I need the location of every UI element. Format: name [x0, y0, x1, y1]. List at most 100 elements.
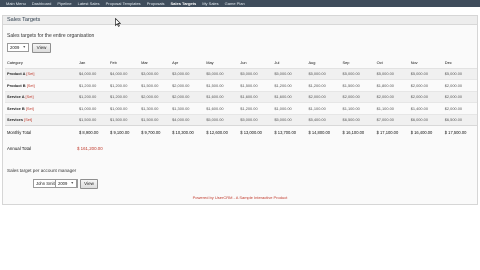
nav-proposal-templates[interactable]: Proposal Templates	[103, 0, 144, 7]
nav-dashboard[interactable]: Dashboard	[29, 0, 55, 7]
col-header-month: Feb	[108, 58, 140, 69]
account-view-button[interactable]: View	[80, 178, 98, 189]
table-row: Product A [Set] $4,000.00 $4,000.00 $3,000.…	[5, 67, 477, 80]
target-value-cell: $5,000.00	[204, 113, 239, 126]
col-header-month: Aug	[306, 58, 341, 69]
set-target-link[interactable]: [Set]	[27, 83, 35, 88]
target-value-cell: $1,500.00	[204, 79, 239, 91]
target-value-cell: $3,000.00	[170, 67, 205, 80]
target-value-cell: $1,400.00	[408, 102, 443, 114]
target-value-cell: $2,000.00	[170, 79, 205, 91]
target-value-cell: $1,200.00	[238, 102, 273, 114]
target-value-cell: $4,000.00	[108, 67, 140, 80]
monthly-total-cell: $ 10,300.00	[170, 125, 205, 140]
target-value-cell: $1,300.00	[139, 102, 171, 114]
target-value-cell: $1,500.00	[139, 113, 171, 126]
nav-latest-sales[interactable]: Latest Sales	[75, 0, 103, 7]
mouse-cursor-icon	[115, 18, 121, 27]
target-value-cell: $1,200.00	[108, 90, 140, 103]
org-view-button[interactable]: View	[32, 42, 51, 53]
target-value-cell: $5,000.00	[272, 113, 307, 126]
target-value-cell: $1,200.00	[77, 79, 109, 91]
monthly-total-cell: $ 13,000.00	[238, 125, 273, 140]
col-header-month: Jul	[272, 58, 307, 69]
target-value-cell: $1,600.00	[204, 90, 239, 103]
target-value-cell: $1,100.00	[306, 102, 341, 114]
category-name: Service B	[7, 105, 25, 111]
target-value-cell: $1,200.00	[108, 79, 140, 91]
target-value-cell: $2,000.00	[170, 90, 205, 103]
set-target-link[interactable]: [Set]	[26, 94, 34, 99]
monthly-total-row: Monthly Total $ 8,900.00 $ 9,100.00 $ 9,70…	[5, 125, 477, 140]
set-target-link[interactable]: [Set]	[26, 106, 34, 111]
monthly-total-cell: $ 17,100.00	[374, 125, 409, 140]
target-value-cell: $1,300.00	[170, 102, 205, 114]
account-manager-value: John Smith	[36, 181, 57, 186]
target-value-cell: $1,500.00	[238, 79, 273, 91]
nav-pipeline[interactable]: Pipeline	[54, 0, 74, 7]
target-value-cell: $5,000.00	[306, 67, 341, 80]
target-value-cell: $1,600.00	[272, 90, 307, 103]
target-value-cell: $2,000.00	[408, 79, 443, 91]
row-category-cell: Product A [Set]	[5, 67, 77, 80]
chevron-down-icon: ▼	[70, 181, 74, 185]
annual-total-label: Annual Total	[7, 146, 32, 151]
target-value-cell: $2,000.00	[340, 90, 375, 103]
nav-main-menu[interactable]: Main Menu	[3, 0, 29, 7]
nav-proposals[interactable]: Proposals	[144, 0, 168, 7]
target-value-cell: $2,000.00	[442, 102, 477, 114]
sales-targets-table: Category Jan Feb Mar Apr May Jun Jul Aug…	[5, 58, 477, 140]
monthly-total-cell: $ 17,500.00	[442, 125, 477, 140]
target-value-cell: $1,500.00	[340, 79, 375, 91]
row-category-cell: Services [Set]	[5, 113, 77, 126]
target-value-cell: $5,400.00	[306, 113, 341, 126]
account-year-value: 2009	[58, 181, 68, 186]
target-value-cell: $7,000.00	[374, 113, 409, 126]
target-value-cell: $6,000.00	[408, 113, 443, 126]
nav-sales-targets[interactable]: Sales Targets	[167, 0, 199, 7]
target-value-cell: $2,000.00	[306, 90, 341, 103]
nav-my-sales[interactable]: My Sales	[199, 0, 221, 7]
target-value-cell: $5,000.00	[272, 67, 307, 80]
target-value-cell: $1,600.00	[204, 102, 239, 114]
footer-credit: Powered by UserCRM - A Sample Interactiv…	[192, 195, 288, 200]
monthly-total-cell: $ 14,800.00	[306, 125, 341, 140]
row-category-cell: Service B [Set]	[5, 102, 77, 114]
target-value-cell: $4,000.00	[170, 113, 205, 126]
target-value-cell: $1,200.00	[306, 79, 341, 91]
table-row: Service B [Set] $1,000.00 $1,000.00 $1,300.…	[5, 102, 477, 114]
row-category-cell: Product B [Set]	[5, 79, 77, 91]
monthly-total-cell: $ 13,700.00	[272, 125, 307, 140]
col-header-month: Nov	[408, 58, 443, 69]
target-value-cell: $2,000.00	[374, 90, 409, 103]
org-year-value: 2009	[10, 45, 20, 50]
target-value-cell: $2,000.00	[408, 90, 443, 103]
target-value-cell: $1,200.00	[272, 79, 307, 91]
target-value-cell: $1,200.00	[77, 90, 109, 103]
category-name: Product B	[7, 82, 26, 88]
sales-targets-panel: Sales Targets Sales targets for the enti…	[2, 15, 478, 205]
target-value-cell: $2,000.00	[442, 90, 477, 103]
target-value-cell: $2,000.00	[139, 90, 171, 103]
target-value-cell: $1,100.00	[374, 102, 409, 114]
category-name: Service A	[7, 94, 25, 100]
table-row: Services [Set] $1,500.00 $1,500.00 $1,500.0…	[5, 113, 477, 126]
col-header-month: Jan	[77, 58, 109, 69]
set-target-link[interactable]: [Set]	[26, 71, 34, 76]
col-header-month: Sep	[340, 58, 375, 69]
org-year-select[interactable]: 2009 ▼	[7, 43, 29, 52]
target-value-cell: $5,000.00	[408, 67, 443, 80]
target-value-cell: $1,000.00	[77, 102, 109, 114]
chevron-down-icon: ▼	[22, 45, 26, 49]
monthly-total-cell: $ 16,400.00	[408, 125, 443, 140]
table-row: Product B [Set] $1,200.00 $1,200.00 $1,500.…	[5, 79, 477, 91]
target-value-cell: $5,000.00	[340, 67, 375, 80]
col-header-month: May	[204, 58, 239, 69]
nav-game-plan[interactable]: Game Plan	[222, 0, 248, 7]
target-value-cell: $1,500.00	[139, 79, 171, 91]
category-name: Services	[7, 117, 24, 123]
monthly-total-cell: $ 16,100.00	[340, 125, 375, 140]
set-target-link[interactable]: [Set]	[24, 117, 32, 122]
account-year-select[interactable]: 2009 ▼	[55, 179, 77, 188]
target-value-cell: $1,100.00	[340, 102, 375, 114]
